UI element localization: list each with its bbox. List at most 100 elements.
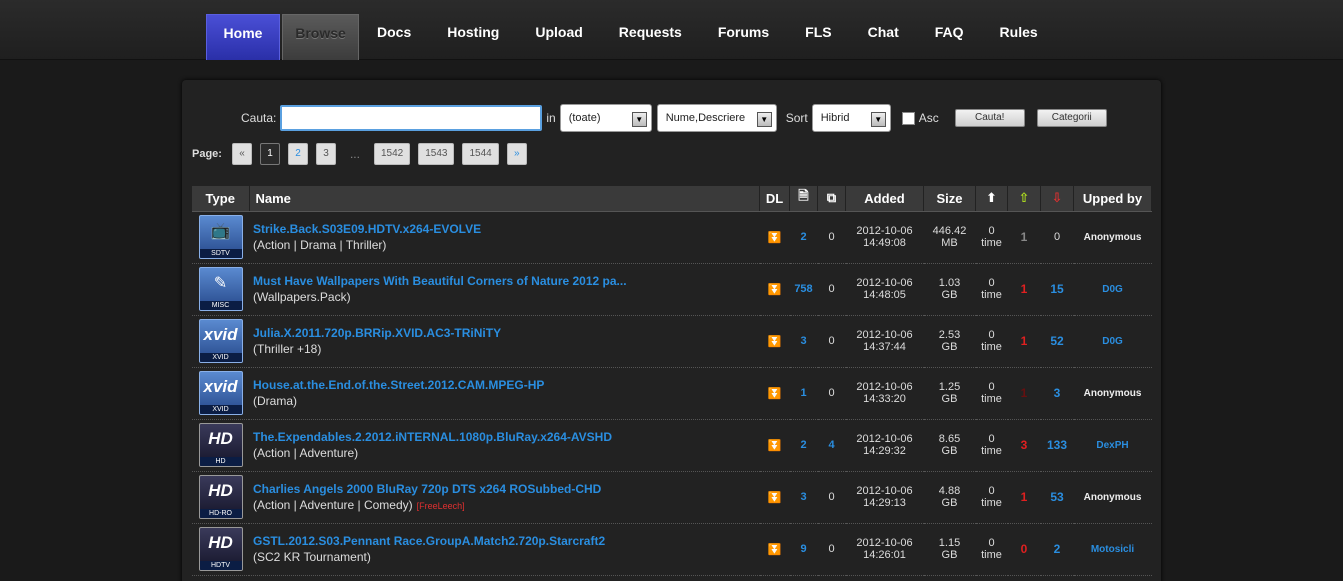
size-cell: 1.25 GB [923, 367, 976, 420]
comments-count: 0 [828, 283, 835, 295]
seeders-count[interactable]: 3 [1021, 438, 1028, 452]
files-count-link[interactable]: 1 [800, 387, 806, 399]
page-link[interactable]: 1542 [373, 143, 411, 165]
col-upped-by[interactable]: Upped by [1073, 186, 1152, 212]
download-icon[interactable]: ⏬ [768, 440, 782, 452]
leechers-count[interactable]: 133 [1047, 438, 1067, 452]
seeders-count[interactable]: 1 [1021, 282, 1028, 296]
torrent-title-link[interactable]: Must Have Wallpapers With Beautiful Corn… [253, 274, 760, 288]
col-name[interactable]: Name [249, 186, 760, 212]
nav-browse[interactable]: Browse [282, 14, 359, 60]
comments-count[interactable]: 4 [828, 439, 834, 451]
col-added[interactable]: Added [845, 186, 924, 212]
download-icon[interactable]: ⏬ [768, 388, 782, 400]
category-icon[interactable]: HD HDTV [198, 527, 243, 571]
leechers-count[interactable]: 2 [1054, 542, 1061, 556]
field-select[interactable]: Nume,Descriere ▼ [656, 104, 777, 132]
snatched-unit: time [981, 549, 1002, 561]
category-label: SDTV [199, 249, 242, 258]
download-icon[interactable]: ⏬ [768, 544, 782, 556]
torrent-title-link[interactable]: Julia.X.2011.720p.BRRip.XVID.AC3-TRiNiTY [253, 326, 760, 340]
nav-upload[interactable]: Upload [517, 14, 600, 60]
nav-faq[interactable]: FAQ [917, 14, 982, 60]
leechers-count[interactable]: 3 [1054, 386, 1061, 400]
leechers-count[interactable]: 53 [1050, 490, 1063, 504]
col-type[interactable]: Type [192, 186, 250, 212]
snatched-count: 0 [988, 537, 995, 549]
dl-cell: ⏬ [759, 211, 790, 264]
category-icon[interactable]: HD HD [198, 423, 243, 467]
genre-text: (Drama) [253, 394, 297, 408]
download-icon[interactable]: ⏬ [768, 284, 782, 296]
download-icon[interactable]: ⏬ [768, 492, 782, 504]
search-button[interactable]: Cauta! [954, 109, 1025, 127]
sort-select[interactable]: Hibrid ▼ [811, 104, 891, 132]
next-page-button[interactable]: » [506, 143, 527, 165]
page-link[interactable]: 1 [259, 143, 280, 165]
col-size[interactable]: Size [923, 186, 976, 212]
download-icon[interactable]: ⏬ [768, 232, 782, 244]
files-count-link[interactable]: 3 [800, 491, 806, 503]
seeders-count[interactable]: 1 [1021, 334, 1028, 348]
category-icon[interactable]: 📺 SDTV [198, 215, 243, 259]
category-icon[interactable]: xvid XVID [198, 319, 243, 363]
nav-docs[interactable]: Docs [359, 14, 429, 60]
seeders-cell: 1 [1007, 471, 1041, 524]
files-count-link[interactable]: 9 [800, 543, 806, 555]
nav-home[interactable]: Home [206, 14, 280, 60]
nav-requests[interactable]: Requests [601, 14, 700, 60]
seeders-count[interactable]: 1 [1021, 386, 1028, 400]
uploader-name[interactable]: Motosicli [1091, 544, 1134, 555]
nav-chat[interactable]: Chat [850, 14, 917, 60]
col-leechers[interactable]: ⇩ [1040, 186, 1074, 212]
category-icon[interactable]: xvid XVID [198, 371, 243, 415]
torrent-title-link[interactable]: Charlies Angels 2000 BluRay 720p DTS x26… [253, 482, 760, 496]
category-icon[interactable]: HD HD-RO [198, 475, 243, 519]
nav-forums[interactable]: Forums [700, 14, 787, 60]
table-row: ✎ MISC Must Have Wallpapers With Beautiful… [192, 263, 1152, 316]
torrent-title-link[interactable]: House.at.the.End.of.the.Street.2012.CAM.… [253, 378, 760, 392]
comments-cell: 0 [817, 367, 846, 420]
category-icon[interactable]: ✎ MISC [198, 267, 243, 311]
uploader-name[interactable]: D0G [1102, 336, 1123, 347]
seeders-count[interactable]: 0 [1021, 542, 1028, 556]
torrent-title-link[interactable]: GSTL.2012.S03.Pennant Race.GroupA.Match2… [253, 534, 760, 548]
files-count-link[interactable]: 3 [800, 335, 806, 347]
page-link[interactable]: 3 [315, 143, 336, 165]
col-files[interactable]: 🗎 [789, 186, 818, 212]
uploader-name[interactable]: DexPH [1096, 440, 1128, 451]
files-count-link[interactable]: 2 [800, 439, 806, 451]
seeders-count[interactable]: 1 [1021, 230, 1028, 244]
comments-count: 0 [828, 543, 835, 555]
search-input[interactable] [280, 105, 543, 131]
files-count-link[interactable]: 758 [794, 283, 812, 295]
seeders-count[interactable]: 1 [1021, 490, 1028, 504]
torrent-title-link[interactable]: The.Expendables.2.2012.iNTERNAL.1080p.Bl… [253, 430, 760, 444]
leechers-count[interactable]: 15 [1050, 282, 1063, 296]
leechers-cell: 53 [1040, 471, 1074, 524]
categories-button[interactable]: Categorii [1036, 109, 1107, 127]
category-select[interactable]: (toate) ▼ [559, 104, 652, 132]
pagination: Page: « 1 2 3... 1542 1543 1544 » [192, 143, 535, 165]
search-label: Cauta: [241, 111, 277, 125]
leechers-count[interactable]: 52 [1050, 334, 1063, 348]
col-snatched[interactable]: ⬆ [975, 186, 1008, 212]
nav-rules[interactable]: Rules [982, 14, 1056, 60]
prev-page-button[interactable]: « [231, 143, 252, 165]
col-seeders[interactable]: ⇧ [1007, 186, 1041, 212]
files-count-link[interactable]: 2 [800, 231, 806, 243]
download-icon[interactable]: ⏬ [768, 336, 782, 348]
nav-fls[interactable]: FLS [787, 14, 849, 60]
torrent-title-link[interactable]: Strike.Back.S03E09.HDTV.x264-EVOLVE [253, 222, 760, 236]
page-link[interactable]: 1543 [418, 143, 455, 165]
uploader-name[interactable]: D0G [1102, 284, 1123, 295]
asc-checkbox[interactable] [901, 111, 915, 125]
leechers-count[interactable]: 0 [1054, 231, 1060, 243]
nav-hosting[interactable]: Hosting [429, 14, 517, 60]
snatched-unit: time [981, 393, 1002, 405]
page-link[interactable]: 1544 [462, 143, 499, 165]
added-cell: 2012-10-06 14:37:44 [845, 315, 924, 368]
torrent-genre: (Action | Adventure) [253, 446, 760, 460]
page-link[interactable]: 2 [287, 143, 308, 165]
col-comments[interactable]: ⧉ [817, 186, 846, 212]
